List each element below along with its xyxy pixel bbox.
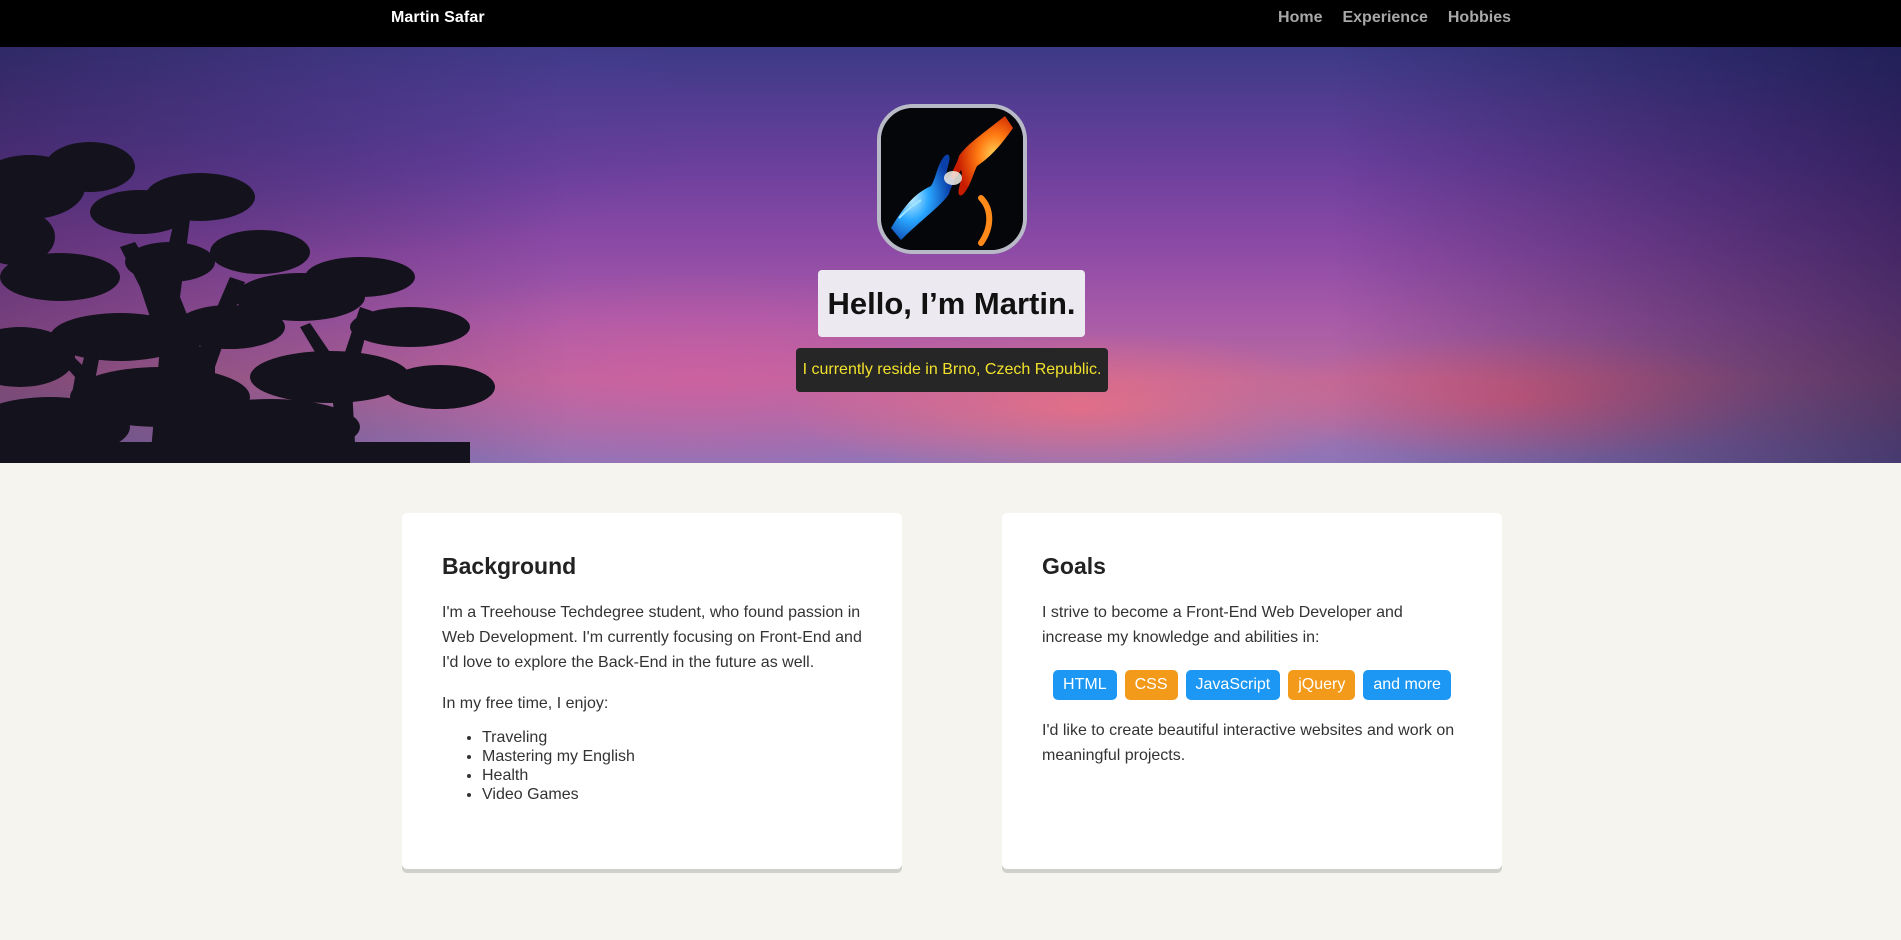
brand-link[interactable]: Martin Safar xyxy=(391,9,485,27)
goals-card: Goals I strive to become a Front-End Web… xyxy=(1002,513,1502,869)
skill-tag-css: CSS xyxy=(1124,670,1178,700)
skill-tags: HTML CSS JavaScript jQuery and more xyxy=(1042,670,1462,700)
top-navbar: Martin Safar Home Experience Hobbies xyxy=(0,0,1901,47)
goals-intro: I strive to become a Front-End Web Devel… xyxy=(1042,604,1403,646)
nav-hobbies-link[interactable]: Hobbies xyxy=(1448,9,1511,27)
nav-experience-link[interactable]: Experience xyxy=(1342,9,1427,27)
skill-tag-html: HTML xyxy=(1053,670,1117,700)
fire-and-ice-hands-icon xyxy=(881,108,1023,250)
list-item: Traveling xyxy=(482,728,862,747)
background-intro: I'm a Treehouse Techdegree student, who … xyxy=(442,604,862,671)
list-item: Video Games xyxy=(482,785,862,804)
skill-tag-javascript: JavaScript xyxy=(1185,670,1281,700)
hobby-list: Traveling Mastering my English Health Vi… xyxy=(442,728,862,804)
skill-tag-jquery: jQuery xyxy=(1288,670,1356,700)
main-nav: Home Experience Hobbies xyxy=(1278,9,1511,27)
background-heading: Background xyxy=(442,553,577,579)
skill-tag-more: and more xyxy=(1363,670,1451,700)
goals-heading: Goals xyxy=(1042,553,1106,579)
tree-silhouette-image xyxy=(0,142,495,463)
hero-title: Hello, I’m Martin. xyxy=(827,285,1076,321)
list-item: Mastering my English xyxy=(482,747,862,766)
list-item: Health xyxy=(482,766,862,785)
nav-home-link[interactable]: Home xyxy=(1278,9,1322,27)
goals-outro: I'd like to create beautiful interactive… xyxy=(1042,722,1455,764)
hero-subtitle-box: I currently reside in Brno, Czech Republ… xyxy=(796,348,1108,392)
hero-subtitle: I currently reside in Brno, Czech Republ… xyxy=(802,361,1102,378)
hero-banner: Hello, I’m Martin. I currently reside in… xyxy=(0,47,1901,463)
hero-title-box: Hello, I’m Martin. xyxy=(818,270,1085,337)
avatar xyxy=(877,104,1027,254)
free-time-text: In my free time, I enjoy: xyxy=(442,695,609,712)
background-card: Background I'm a Treehouse Techdegree st… xyxy=(402,513,902,869)
